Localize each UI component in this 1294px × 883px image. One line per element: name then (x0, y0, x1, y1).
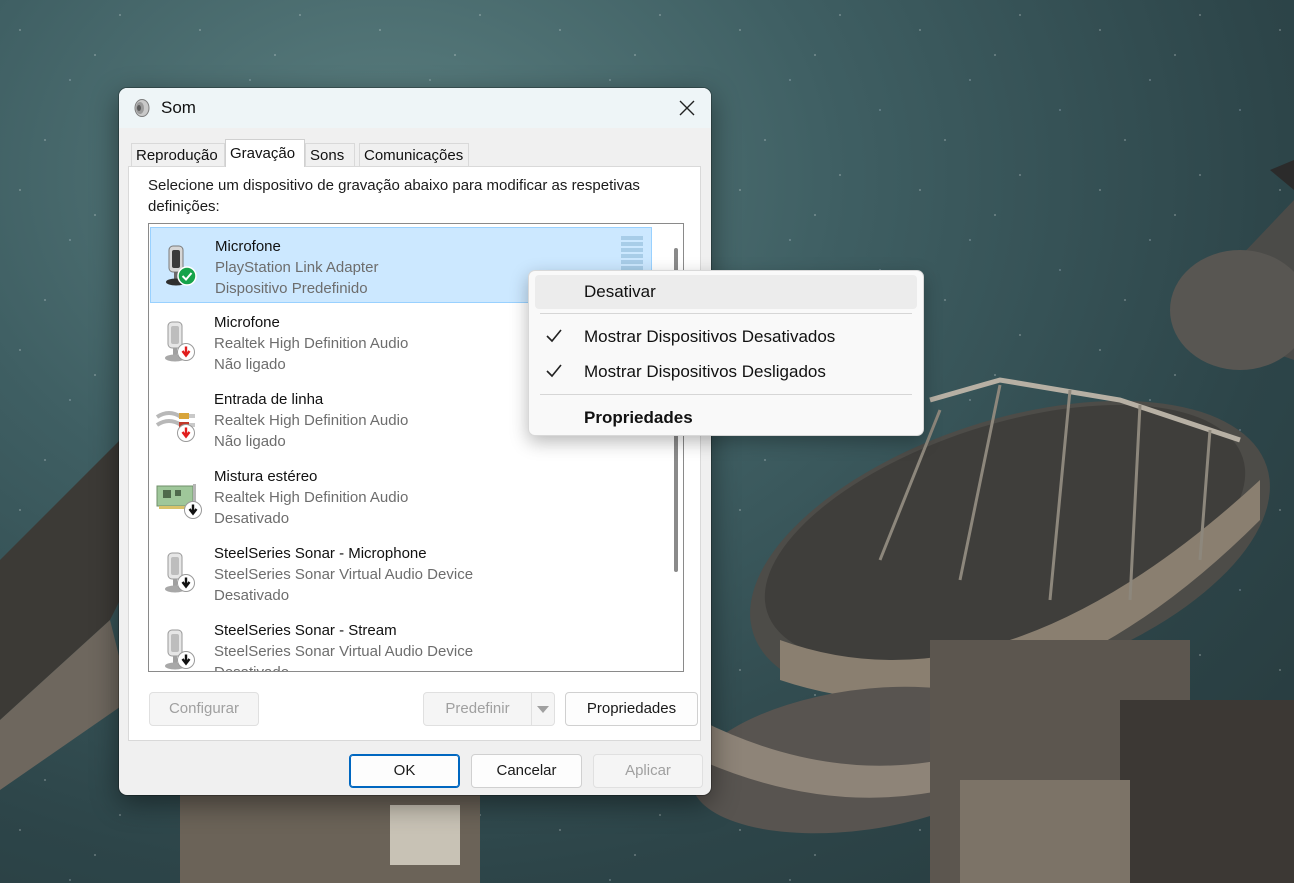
menu-item-properties[interactable]: Propriedades (535, 401, 917, 435)
set-default-button[interactable]: Predefinir (423, 692, 532, 726)
tab-playback[interactable]: Reprodução (131, 143, 225, 166)
menu-item-label: Mostrar Dispositivos Desativados (584, 327, 836, 346)
panel-description: Selecione um dispositivo de gravação aba… (148, 177, 640, 215)
line-in-cable-icon (155, 411, 195, 442)
properties-button[interactable]: Propriedades (565, 692, 698, 726)
menu-item-label: Mostrar Dispositivos Desligados (584, 362, 826, 381)
device-driver: Realtek High Definition Audio (214, 335, 409, 352)
close-button[interactable] (663, 88, 711, 128)
device-item[interactable]: SteelSeries Sonar - Stream SteelSeries S… (150, 612, 652, 671)
sound-card-icon (156, 484, 202, 519)
device-driver: SteelSeries Sonar Virtual Audio Device (214, 566, 474, 583)
microphone-icon (165, 629, 195, 670)
chevron-down-icon (537, 706, 549, 713)
title-bar: Som (119, 88, 711, 128)
cancel-button[interactable]: Cancelar (471, 754, 582, 788)
device-driver: SteelSeries Sonar Virtual Audio Device (214, 643, 474, 660)
menu-item-disable[interactable]: Desativar (535, 275, 917, 309)
configure-button[interactable]: Configurar (149, 692, 259, 726)
device-status: Desativado (214, 587, 290, 604)
device-status: Não ligado (214, 433, 286, 450)
device-name: SteelSeries Sonar - Microphone (214, 545, 427, 562)
sound-dialog: Som Reprodução Gravação Sons Comunicaçõe… (119, 88, 711, 795)
device-name: Entrada de linha (214, 391, 324, 408)
device-driver: Realtek High Definition Audio (214, 489, 409, 506)
microphone-icon (166, 245, 197, 286)
tab-sounds[interactable]: Sons (305, 143, 355, 166)
device-status: Não ligado (214, 356, 286, 373)
speaker-icon (134, 99, 150, 117)
menu-item-show-disconnected[interactable]: Mostrar Dispositivos Desligados (535, 355, 917, 389)
microphone-icon (165, 321, 195, 362)
device-status: Dispositivo Predefinido (215, 280, 368, 297)
device-item[interactable]: Mistura estéreo Realtek High Definition … (150, 458, 652, 534)
level-meter (621, 236, 643, 270)
menu-item-show-disabled[interactable]: Mostrar Dispositivos Desativados (535, 320, 917, 354)
device-name: Mistura estéreo (214, 468, 318, 485)
recording-panel: Selecione um dispositivo de gravação aba… (128, 166, 701, 741)
device-name: Microfone (215, 238, 281, 255)
menu-item-label: Propriedades (584, 408, 693, 427)
device-driver: Realtek High Definition Audio (214, 412, 409, 429)
menu-item-label: Desativar (584, 282, 656, 301)
close-icon (679, 100, 695, 116)
menu-separator (540, 394, 912, 395)
device-context-menu: Desativar Mostrar Dispositivos Desativad… (528, 270, 924, 436)
device-driver: PlayStation Link Adapter (215, 259, 379, 276)
tab-communications[interactable]: Comunicações (359, 143, 469, 166)
device-item[interactable]: SteelSeries Sonar - Microphone SteelSeri… (150, 535, 652, 611)
checkmark-icon (546, 364, 562, 378)
device-status: Desativado (214, 664, 289, 671)
default-check-badge (177, 266, 197, 286)
apply-button[interactable]: Aplicar (593, 754, 703, 788)
ok-button[interactable]: OK (349, 754, 460, 788)
device-status: Desativado (214, 510, 290, 527)
device-name: SteelSeries Sonar - Stream (214, 622, 397, 639)
set-default-dropdown[interactable] (531, 692, 555, 726)
checkmark-icon (546, 329, 562, 343)
device-name: Microfone (214, 314, 280, 331)
menu-separator (540, 313, 912, 314)
microphone-icon (165, 552, 195, 593)
tab-recording[interactable]: Gravação (225, 139, 305, 167)
window-title: Som (161, 98, 196, 117)
